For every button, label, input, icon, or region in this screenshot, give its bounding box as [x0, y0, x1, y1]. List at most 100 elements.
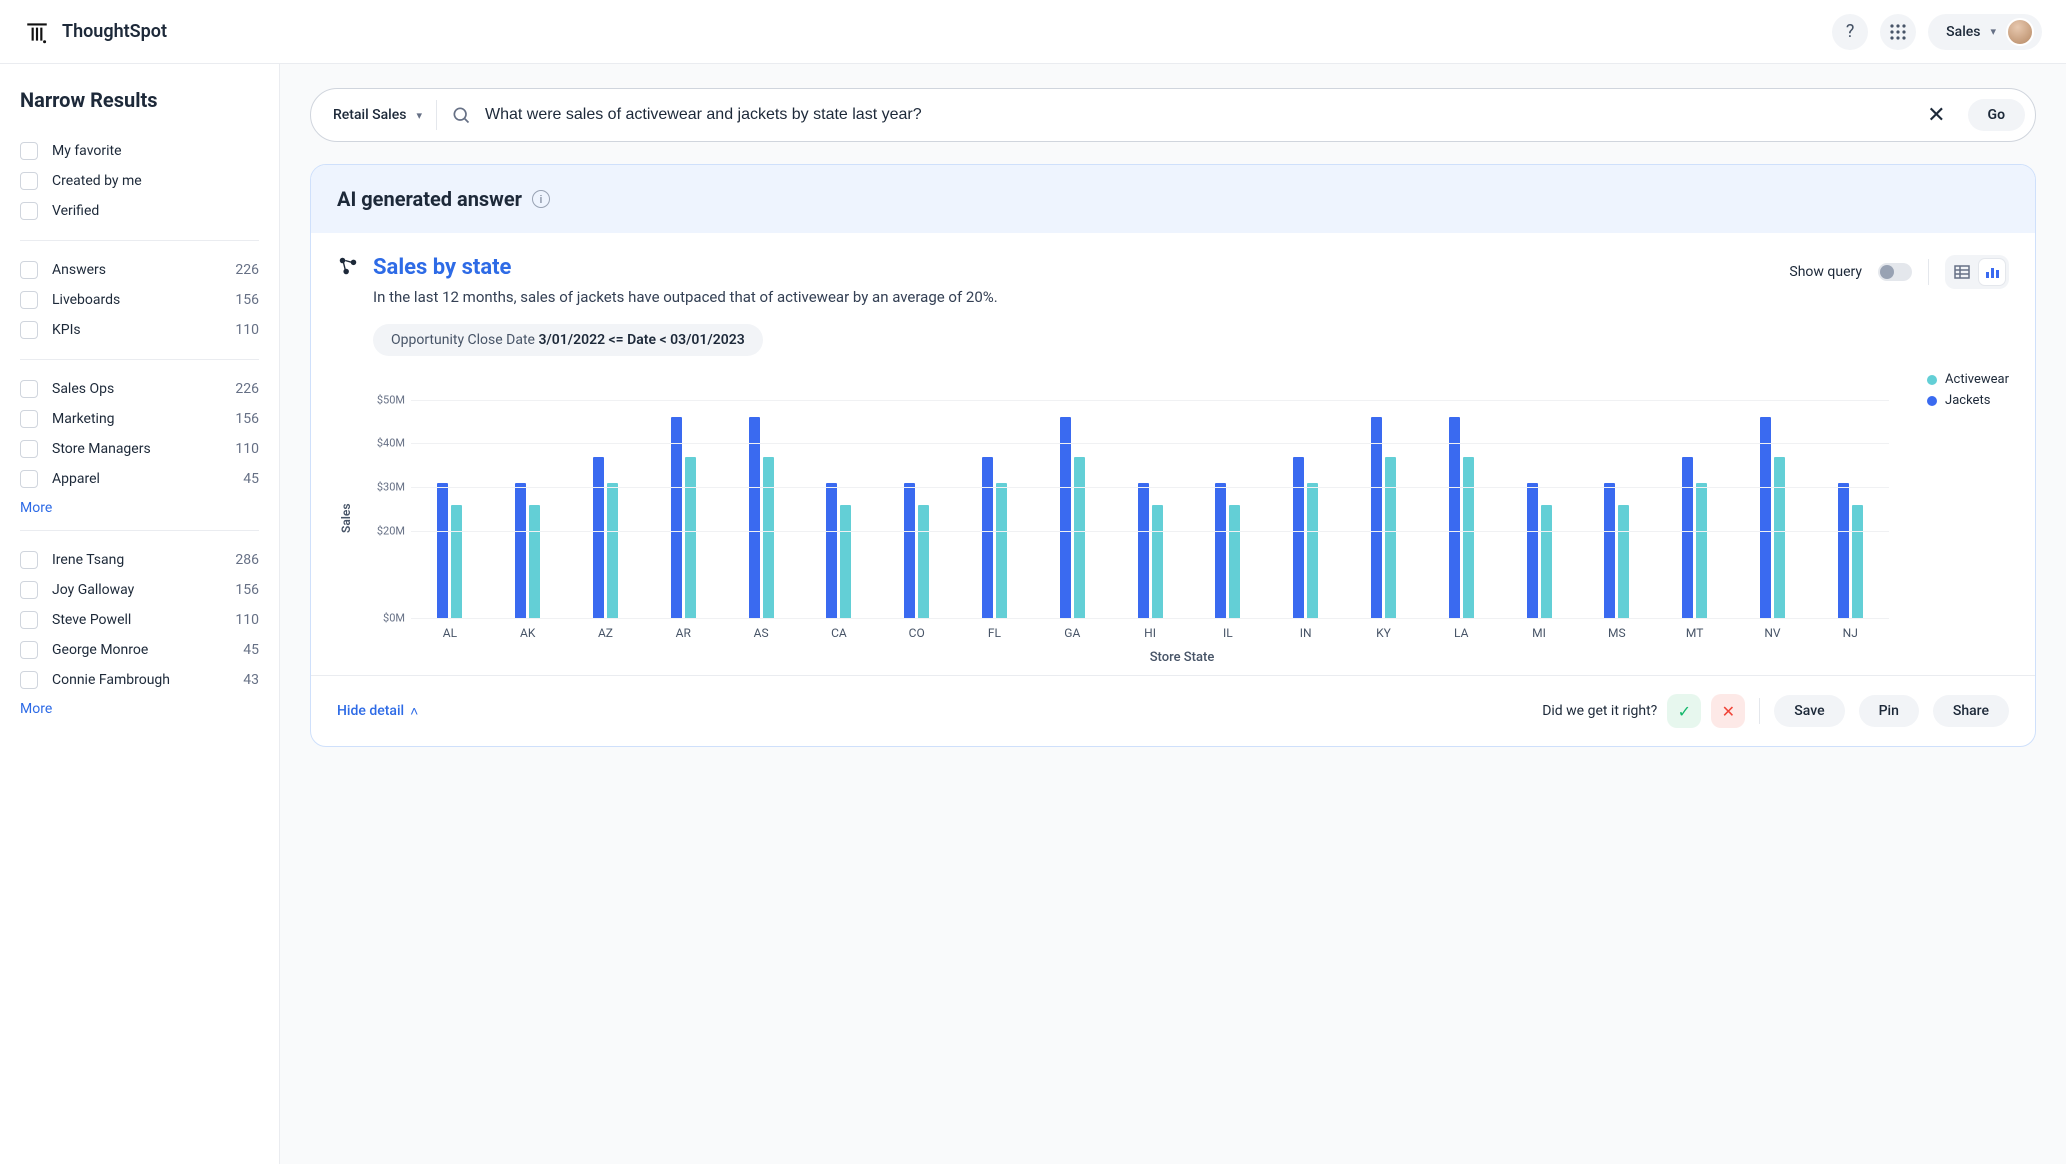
filter-item[interactable]: Apparel 45 — [20, 464, 259, 494]
filter-item[interactable]: My favorite — [20, 136, 259, 166]
bar[interactable] — [749, 417, 760, 618]
filter-item[interactable]: Verified — [20, 196, 259, 226]
bar[interactable] — [451, 505, 462, 618]
filter-item[interactable]: Irene Tsang 286 — [20, 545, 259, 575]
bar[interactable] — [1541, 505, 1552, 618]
bar[interactable] — [437, 483, 448, 618]
checkbox[interactable] — [20, 172, 38, 190]
bar[interactable] — [593, 457, 604, 618]
bar[interactable] — [1838, 483, 1849, 618]
bar[interactable] — [1760, 417, 1771, 618]
bar[interactable] — [1696, 483, 1707, 618]
checkbox[interactable] — [20, 671, 38, 689]
chart-view-button[interactable] — [1979, 259, 2005, 285]
bar[interactable] — [982, 457, 993, 618]
bar[interactable] — [529, 505, 540, 618]
bar-group — [644, 378, 722, 618]
bar[interactable] — [515, 483, 526, 618]
checkbox[interactable] — [20, 611, 38, 629]
checkbox[interactable] — [20, 321, 38, 339]
bar[interactable] — [1152, 505, 1163, 618]
bar[interactable] — [1774, 457, 1785, 618]
bar[interactable] — [1604, 483, 1615, 618]
checkbox[interactable] — [20, 202, 38, 220]
checkbox[interactable] — [20, 142, 38, 160]
filter-item[interactable]: George Monroe 45 — [20, 635, 259, 665]
bar[interactable] — [1229, 505, 1240, 618]
filter-item[interactable]: Liveboards 156 — [20, 285, 259, 315]
bar[interactable] — [1852, 505, 1863, 618]
bar[interactable] — [763, 457, 774, 618]
hide-detail-button[interactable]: Hide detail ˄ — [337, 703, 418, 720]
filter-item[interactable]: Answers 226 — [20, 255, 259, 285]
x-icon: ✕ — [1722, 702, 1735, 721]
brand[interactable]: ThoughtSpot — [24, 19, 167, 45]
checkbox[interactable] — [20, 440, 38, 458]
bar[interactable] — [1449, 417, 1460, 618]
filter-item[interactable]: Connie Fambrough 43 — [20, 665, 259, 695]
bar[interactable] — [996, 483, 1007, 618]
search-input[interactable] — [485, 106, 1905, 124]
filter-item[interactable]: Steve Powell 110 — [20, 605, 259, 635]
bar[interactable] — [1060, 417, 1071, 618]
filter-item[interactable]: Marketing 156 — [20, 404, 259, 434]
checkbox[interactable] — [20, 551, 38, 569]
save-button[interactable]: Save — [1774, 695, 1844, 727]
bar[interactable] — [826, 483, 837, 618]
bar[interactable] — [1682, 457, 1693, 618]
checkbox[interactable] — [20, 291, 38, 309]
filter-item[interactable]: Created by me — [20, 166, 259, 196]
date-filter-chip[interactable]: Opportunity Close Date 3/01/2022 <= Date… — [373, 324, 763, 356]
go-button[interactable]: Go — [1968, 99, 2025, 131]
bar[interactable] — [685, 457, 696, 618]
bar[interactable] — [1307, 483, 1318, 618]
feedback-yes-button[interactable]: ✓ — [1667, 694, 1701, 728]
filter-item[interactable]: Sales Ops 226 — [20, 374, 259, 404]
show-query-toggle[interactable] — [1878, 263, 1912, 281]
workspace-switcher[interactable]: Sales ▾ — [1928, 14, 2042, 50]
bar[interactable] — [918, 505, 929, 618]
checkbox[interactable] — [20, 261, 38, 279]
chart-title: Sales by state — [373, 255, 998, 280]
bar[interactable] — [840, 505, 851, 618]
bar-group — [489, 378, 567, 618]
checkbox[interactable] — [20, 380, 38, 398]
datasource-selector[interactable]: Retail Sales ▾ — [333, 100, 437, 130]
bar[interactable] — [1074, 457, 1085, 618]
legend-item[interactable]: Activewear — [1927, 372, 2009, 387]
apps-button[interactable] — [1880, 14, 1916, 50]
feedback-no-button[interactable]: ✕ — [1711, 694, 1745, 728]
bar[interactable] — [1618, 505, 1629, 618]
clear-search-button[interactable]: ✕ — [1919, 103, 1953, 128]
legend-item[interactable]: Jackets — [1927, 393, 2009, 408]
bar-group — [1422, 378, 1500, 618]
bar[interactable] — [1527, 483, 1538, 618]
bar[interactable] — [607, 483, 618, 618]
bar[interactable] — [1293, 457, 1304, 618]
bar[interactable] — [1215, 483, 1226, 618]
bar[interactable] — [904, 483, 915, 618]
bar[interactable] — [1463, 457, 1474, 618]
more-link[interactable]: More — [20, 701, 52, 717]
bar-group — [956, 378, 1034, 618]
checkbox[interactable] — [20, 470, 38, 488]
x-tick: AK — [489, 626, 567, 640]
bar[interactable] — [671, 417, 682, 618]
pin-button[interactable]: Pin — [1859, 695, 1919, 727]
more-link[interactable]: More — [20, 500, 52, 516]
checkbox[interactable] — [20, 641, 38, 659]
bar[interactable] — [1385, 457, 1396, 618]
checkbox[interactable] — [20, 581, 38, 599]
table-view-button[interactable] — [1949, 259, 1975, 285]
filter-item[interactable]: KPIs 110 — [20, 315, 259, 345]
info-icon[interactable]: i — [532, 190, 550, 208]
bar-group — [1267, 378, 1345, 618]
checkbox[interactable] — [20, 410, 38, 428]
filter-item[interactable]: Store Managers 110 — [20, 434, 259, 464]
bar[interactable] — [1371, 417, 1382, 618]
filter-item[interactable]: Joy Galloway 156 — [20, 575, 259, 605]
legend: Activewear Jackets — [1927, 372, 2009, 414]
bar[interactable] — [1138, 483, 1149, 618]
help-button[interactable]: ? — [1832, 14, 1868, 50]
share-button[interactable]: Share — [1933, 695, 2009, 727]
